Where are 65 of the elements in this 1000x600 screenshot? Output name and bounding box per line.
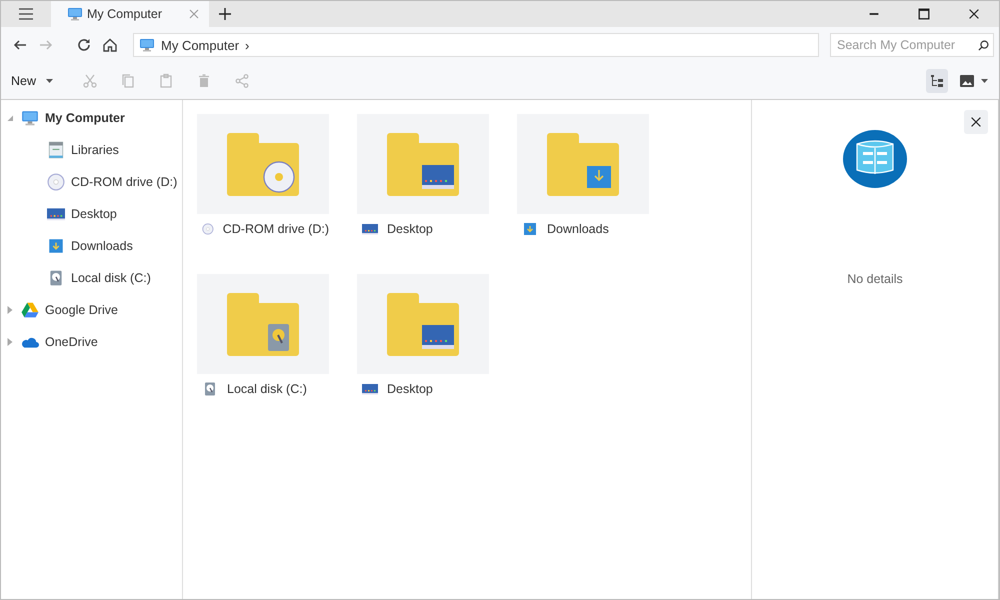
download-icon [47,237,65,255]
new-button[interactable]: New [5,67,60,95]
tree-item[interactable]: Google Drive [1,294,182,326]
tree-view-button[interactable] [926,69,948,93]
search-field[interactable]: Search My Computer [830,33,994,57]
item-label[interactable]: Desktop [387,222,433,236]
maximize-icon [917,7,931,21]
image-icon [959,73,975,89]
item-label[interactable]: CD-ROM drive (D:) [222,222,329,236]
menu-icon[interactable] [18,8,34,20]
tree-item[interactable]: Downloads [1,230,182,262]
folder-icon [387,132,459,196]
tree-item[interactable]: Local disk (C:) [1,262,182,294]
share-icon [234,73,250,89]
refresh-icon [76,37,92,53]
monitor-icon [21,109,39,127]
folder-thumbnail[interactable] [357,274,489,374]
item-label[interactable]: Desktop [387,382,433,396]
folder-thumbnail[interactable] [197,274,329,374]
desktop-icon [362,221,378,237]
tab-title: My Computer [87,7,164,21]
disc-icon [202,221,214,237]
desktop-icon [362,381,378,397]
copy-icon [120,73,136,89]
monitor-icon [139,37,155,53]
close-icon [967,7,981,21]
breadcrumb[interactable]: My Computer [161,38,240,52]
tab[interactable]: My Computer [51,1,209,27]
cabinet-icon [47,141,65,159]
address-bar[interactable]: My Computer › [133,33,819,57]
scissors-icon [82,73,98,89]
download-icon [522,221,538,237]
folder-thumbnail[interactable] [357,114,489,214]
expand-icon[interactable] [7,306,13,314]
folder-icon [547,132,619,196]
tree-item[interactable]: My Computer [1,102,182,134]
tree-icon [929,73,945,89]
breadcrumb-separator[interactable]: › [245,38,250,52]
tree-item[interactable]: CD-ROM drive (D:) [1,166,182,198]
tree-item[interactable]: OneDrive [1,326,182,358]
triangle-logo-icon [21,301,39,319]
caret-icon [46,79,54,83]
monitor-icon [67,6,83,22]
collapse-icon[interactable] [7,114,13,122]
empty-details-message: No details [847,272,903,286]
tree-item[interactable]: Desktop [1,198,182,230]
expand-icon[interactable] [7,338,13,346]
home-icon [102,37,118,53]
close-details-button[interactable] [964,110,988,134]
close-icon [969,115,983,129]
folder-icon [387,292,459,356]
search-icon [978,40,989,50]
tree-item[interactable]: Libraries [1,134,182,166]
folder-icon [227,292,299,356]
caret-icon [981,79,988,83]
new-tab-icon[interactable] [219,8,231,20]
item-label[interactable]: Local disk (C:) [227,382,307,396]
folder-thumbnail[interactable] [517,114,649,214]
folder-thumbnail[interactable] [197,114,329,214]
folder-icon [227,132,299,196]
tab-close-icon[interactable] [189,9,199,19]
disc-icon [47,173,65,191]
item-label[interactable]: Downloads [547,222,609,236]
clipboard-icon [158,73,174,89]
storage-logo-icon [843,130,907,188]
